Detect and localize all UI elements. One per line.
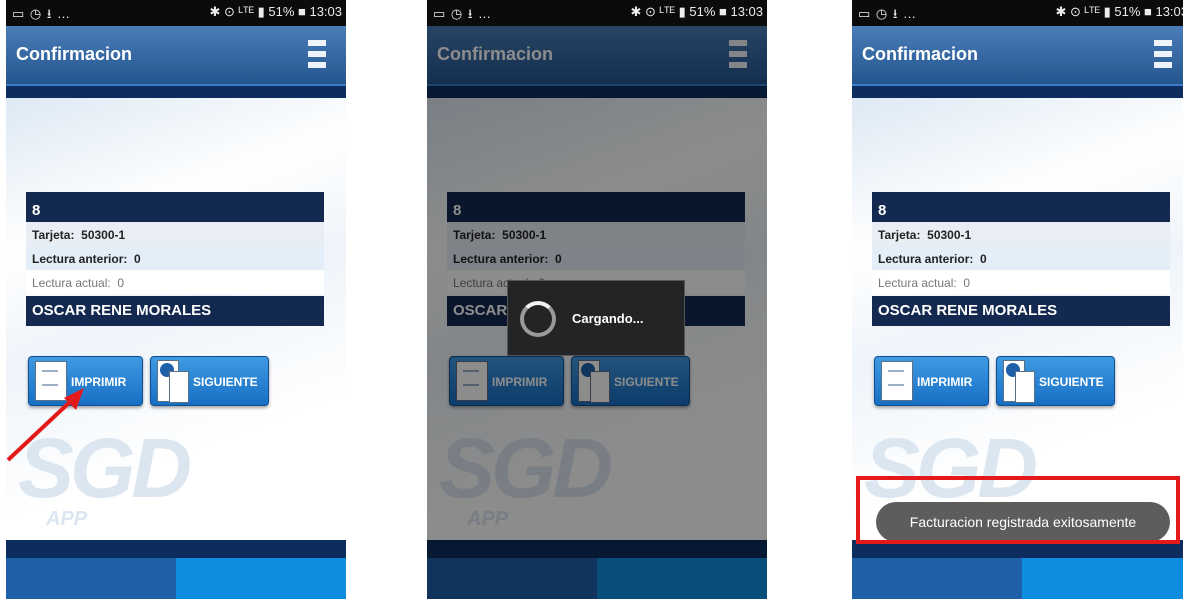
app-bar: Confirmacion bbox=[6, 26, 346, 84]
record-panel: 8 Tarjeta: 50300-1 Lectura anterior: 0 L… bbox=[26, 192, 324, 326]
next-button[interactable]: SIGUIENTE bbox=[150, 356, 269, 406]
hamburger-icon[interactable] bbox=[1154, 40, 1172, 68]
lectura-anterior-value: 0 bbox=[134, 252, 141, 266]
lectura-actual-label: Lectura actual: bbox=[32, 276, 111, 290]
print-button[interactable]: IMPRIMIR bbox=[28, 356, 143, 406]
status-left-icons: ▭ ◷ ⭳ … bbox=[433, 6, 493, 21]
tarjeta-label: Tarjeta: bbox=[32, 228, 75, 242]
annotation-highlight-box bbox=[856, 476, 1180, 544]
footer-left-button[interactable] bbox=[852, 558, 1022, 599]
next-button-label: SIGUIENTE bbox=[193, 375, 258, 389]
document-icon bbox=[169, 371, 189, 403]
status-bar: ▭ ◷ ⭳ … ✱ ⊙ ᴸᵀᴱ ▮ 51% ■ 13:03 bbox=[852, 0, 1183, 26]
tarjeta-value: 50300-1 bbox=[81, 228, 126, 242]
sgd-watermark-logo: SGD bbox=[18, 421, 192, 515]
lectura-actual-value: 0 bbox=[117, 276, 125, 290]
tarjeta-label: Tarjeta: bbox=[878, 228, 921, 242]
printer-icon bbox=[35, 361, 67, 401]
page-title: Confirmacion bbox=[16, 44, 133, 64]
status-bar: ▭ ◷ ⭳ … ✱ ⊙ ᴸᵀᴱ ▮ 51% ■ 13:03 bbox=[427, 0, 767, 26]
status-left-icons: ▭ ◷ ⭳ … bbox=[858, 6, 918, 21]
print-button[interactable]: IMPRIMIR bbox=[874, 356, 989, 406]
footer-right-button[interactable] bbox=[1022, 558, 1183, 599]
tarjeta-value: 50300-1 bbox=[927, 228, 972, 242]
lectura-anterior-row: Lectura anterior: 0 bbox=[26, 246, 324, 270]
status-bar: ▭ ◷ ⭳ … ✱ ⊙ ᴸᵀᴱ ▮ 51% ■ 13:03 bbox=[6, 0, 346, 26]
lectura-actual-label: Lectura actual: bbox=[878, 276, 957, 290]
record-number: 8 bbox=[26, 192, 324, 222]
footer-right-button[interactable] bbox=[176, 558, 346, 599]
lectura-anterior-label: Lectura anterior: bbox=[32, 252, 128, 266]
record-number: 8 bbox=[872, 192, 1170, 222]
lectura-actual-value: 0 bbox=[963, 276, 971, 290]
footer-top-stripe bbox=[6, 540, 346, 558]
phone-screen-2: ▭ ◷ ⭳ … ✱ ⊙ ᴸᵀᴱ ▮ 51% ■ 13:03 Confirmaci… bbox=[427, 0, 767, 599]
status-right-info: ✱ ⊙ ᴸᵀᴱ ▮ 51% ■ 13:03 bbox=[630, 4, 763, 19]
print-button-label: IMPRIMIR bbox=[917, 375, 973, 389]
next-button[interactable]: SIGUIENTE bbox=[996, 356, 1115, 406]
loading-spinner-icon bbox=[520, 301, 556, 337]
loading-text: Cargando... bbox=[572, 311, 644, 326]
customer-name: OSCAR RENE MORALES bbox=[26, 296, 324, 326]
footer-left-button[interactable] bbox=[6, 558, 176, 599]
footer-bar bbox=[852, 540, 1183, 599]
print-button-label: IMPRIMIR bbox=[71, 375, 127, 389]
tarjeta-row: Tarjeta: 50300-1 bbox=[26, 222, 324, 246]
document-icon bbox=[1015, 371, 1035, 403]
status-right-info: ✱ ⊙ ᴸᵀᴱ ▮ 51% ■ 13:03 bbox=[209, 4, 342, 19]
hamburger-icon[interactable] bbox=[308, 40, 326, 68]
lectura-anterior-value: 0 bbox=[980, 252, 987, 266]
phone-screen-1: ▭ ◷ ⭳ … ✱ ⊙ ᴸᵀᴱ ▮ 51% ■ 13:03 Confirmaci… bbox=[6, 0, 346, 599]
record-panel: 8 Tarjeta: 50300-1 Lectura anterior: 0 L… bbox=[872, 192, 1170, 326]
lectura-actual-row: Lectura actual: 0 bbox=[872, 270, 1170, 294]
next-button-label: SIGUIENTE bbox=[1039, 375, 1104, 389]
app-watermark-logo: APP bbox=[46, 508, 88, 530]
lectura-actual-row: Lectura actual: 0 bbox=[26, 270, 324, 294]
loading-dialog: Cargando... bbox=[507, 280, 685, 356]
app-bar: Confirmacion bbox=[852, 26, 1183, 84]
lectura-anterior-label: Lectura anterior: bbox=[878, 252, 974, 266]
printer-icon bbox=[881, 361, 913, 401]
status-right-info: ✱ ⊙ ᴸᵀᴱ ▮ 51% ■ 13:03 bbox=[1055, 4, 1183, 19]
phone-screen-3: ▭ ◷ ⭳ … ✱ ⊙ ᴸᵀᴱ ▮ 51% ■ 13:03 Confirmaci… bbox=[852, 0, 1183, 599]
footer-bar bbox=[6, 540, 346, 599]
page-title: Confirmacion bbox=[862, 44, 979, 64]
lectura-anterior-row: Lectura anterior: 0 bbox=[872, 246, 1170, 270]
tarjeta-row: Tarjeta: 50300-1 bbox=[872, 222, 1170, 246]
status-left-icons: ▭ ◷ ⭳ … bbox=[12, 6, 72, 21]
customer-name: OSCAR RENE MORALES bbox=[872, 296, 1170, 326]
